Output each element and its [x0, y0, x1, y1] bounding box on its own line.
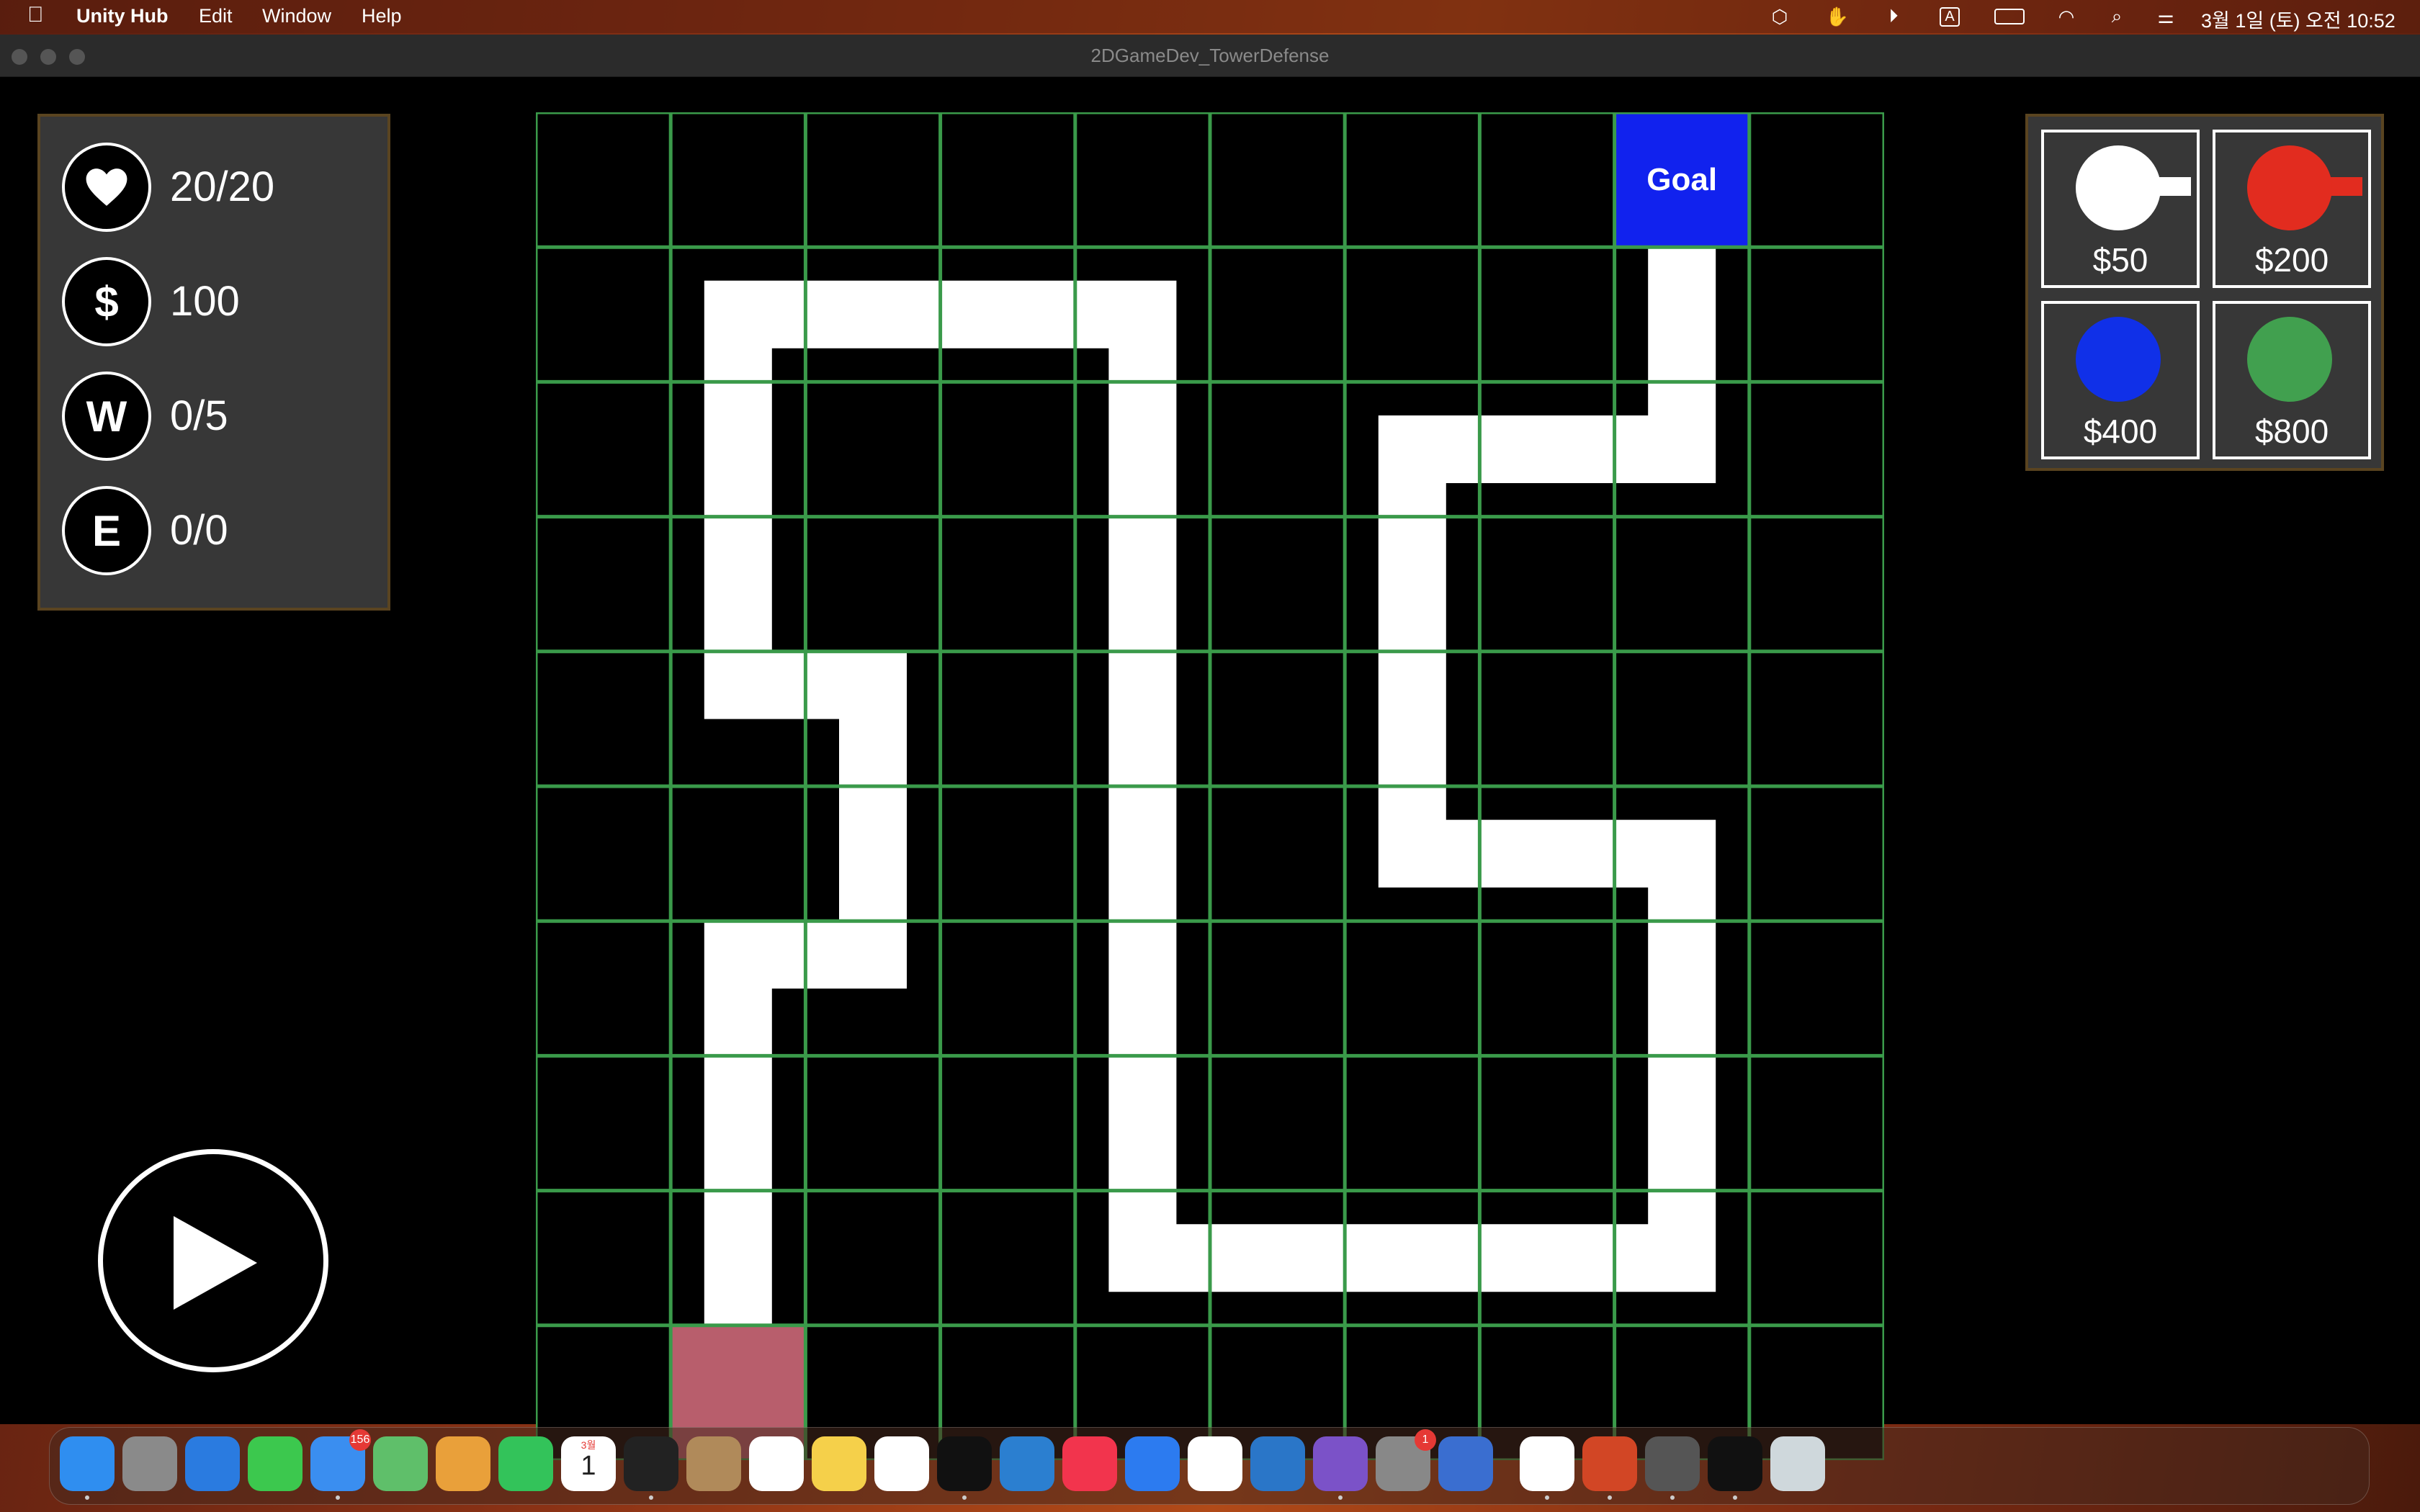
quicktime-app-icon[interactable] [1250, 1436, 1305, 1491]
title-bar: 2DGameDev_TowerDefense [0, 35, 2420, 77]
visual-studio-code-app-icon[interactable] [1000, 1436, 1054, 1491]
menu-edit[interactable]: Edit [199, 5, 233, 27]
calendar-day: 1 [581, 1451, 596, 1481]
powerpoint-app-icon[interactable] [1582, 1436, 1637, 1491]
accessibility-icon[interactable]: ✋ [1825, 4, 1850, 29]
unity-status-icon[interactable]: ⬡ [1767, 4, 1792, 29]
input-source-icon[interactable]: A [1937, 4, 1962, 29]
control-center-icon[interactable]: ⚌ [2154, 4, 2178, 29]
money-stat: $ 100 [62, 257, 379, 351]
window-title: 2DGameDev_TowerDefense [1090, 45, 1330, 66]
running-indicator [1608, 1495, 1612, 1500]
price-label: $800 [2254, 413, 2329, 450]
game-board[interactable]: Goal [536, 112, 1884, 1460]
price-label: $50 [2092, 241, 2148, 279]
running-indicator [1545, 1495, 1549, 1500]
lives-stat: 20/20 [62, 143, 379, 236]
settings-badge: 1 [1415, 1429, 1436, 1451]
visual-studio-app-icon[interactable] [1313, 1436, 1368, 1491]
unity-hub-app-icon[interactable] [1645, 1436, 1700, 1491]
shop-item-blue-tower[interactable]: $400 [2041, 301, 2200, 459]
enemies-value: 0/0 [170, 507, 228, 554]
tv-app-icon[interactable] [937, 1436, 992, 1491]
wave-icon: W [62, 372, 151, 461]
running-indicator [1338, 1495, 1343, 1500]
messages-app-icon[interactable] [248, 1436, 302, 1491]
heart-icon [62, 143, 151, 232]
running-indicator [85, 1495, 89, 1500]
enemies-stat: E 0/0 [62, 486, 379, 580]
running-indicator [962, 1495, 967, 1500]
game-window: 2DGameDev_TowerDefense 20/20 $ 100 W 0/5… [0, 35, 2420, 1460]
freeform-app-icon[interactable] [874, 1436, 929, 1491]
launchpad-app-icon[interactable] [122, 1436, 177, 1491]
play-button[interactable] [98, 1149, 328, 1372]
running-indicator [1733, 1495, 1737, 1500]
reminders-app-icon[interactable] [749, 1436, 804, 1491]
dollar-icon: $ [62, 257, 151, 346]
white-tower-icon [2076, 145, 2161, 230]
facetime-app-icon[interactable] [498, 1436, 553, 1491]
apple-icon[interactable]:  [27, 3, 44, 27]
money-value: 100 [170, 278, 240, 325]
running-indicator [649, 1495, 653, 1500]
dock: 156 3월 1 1 [49, 1427, 2370, 1505]
finder-app-icon[interactable] [60, 1436, 115, 1491]
search-icon[interactable]: ⌕ [2105, 4, 2129, 29]
textedit-app-icon[interactable] [1188, 1436, 1242, 1491]
shop-item-red-tower[interactable]: $200 [2213, 130, 2371, 288]
battery-icon[interactable] [1994, 4, 2025, 29]
shop-item-white-tower[interactable]: $50 [2041, 130, 2200, 288]
preview-app-icon[interactable] [1770, 1436, 1825, 1491]
price-label: $200 [2254, 241, 2329, 279]
lives-value: 20/20 [170, 163, 275, 210]
chrome-app-icon[interactable] [1520, 1436, 1574, 1491]
shop-item-green-tower[interactable]: $800 [2213, 301, 2371, 459]
photos-app-icon[interactable] [436, 1436, 490, 1491]
maps-app-icon[interactable] [373, 1436, 428, 1491]
blue-tower-icon [2076, 317, 2161, 402]
running-indicator [1670, 1495, 1675, 1500]
menu-bar:  Unity Hub Edit Window Help ⬡ ✋ ⏵ A ◠ ⌕… [0, 0, 2420, 33]
red-tower-icon [2247, 145, 2332, 230]
price-label: $400 [2083, 413, 2158, 450]
clock[interactable]: 3월 1일 (토) 오전 10:52 [2201, 5, 2396, 33]
terminal-app-icon[interactable] [624, 1436, 678, 1491]
music-app-icon[interactable] [1062, 1436, 1117, 1491]
safari-app-icon[interactable] [185, 1436, 240, 1491]
goal-label: Goal [1646, 162, 1717, 197]
remote-desktop-app-icon[interactable] [1438, 1436, 1493, 1491]
wave-stat: W 0/5 [62, 372, 379, 465]
app-store-app-icon[interactable] [1125, 1436, 1180, 1491]
unity-app-icon[interactable] [1708, 1436, 1762, 1491]
wifi-icon[interactable]: ◠ [2054, 4, 2079, 29]
play-status-icon[interactable]: ⏵ [1881, 4, 1906, 29]
notes-app-icon[interactable] [812, 1436, 866, 1491]
wave-value: 0/5 [170, 392, 228, 439]
enemy-icon: E [62, 486, 151, 575]
calendar-month: 3월 [581, 1439, 596, 1451]
play-icon [174, 1216, 257, 1310]
menu-help[interactable]: Help [362, 5, 402, 27]
mail-badge: 156 [349, 1429, 371, 1451]
menu-window[interactable]: Window [262, 5, 331, 27]
running-indicator [336, 1495, 340, 1500]
stats-panel: 20/20 $ 100 W 0/5 E 0/0 [37, 114, 390, 611]
green-tower-icon [2247, 317, 2332, 402]
app-menu[interactable]: Unity Hub [76, 5, 169, 27]
contacts-app-icon[interactable] [686, 1436, 741, 1491]
tower-shop: $50 $200 $400 $800 [2025, 114, 2384, 471]
